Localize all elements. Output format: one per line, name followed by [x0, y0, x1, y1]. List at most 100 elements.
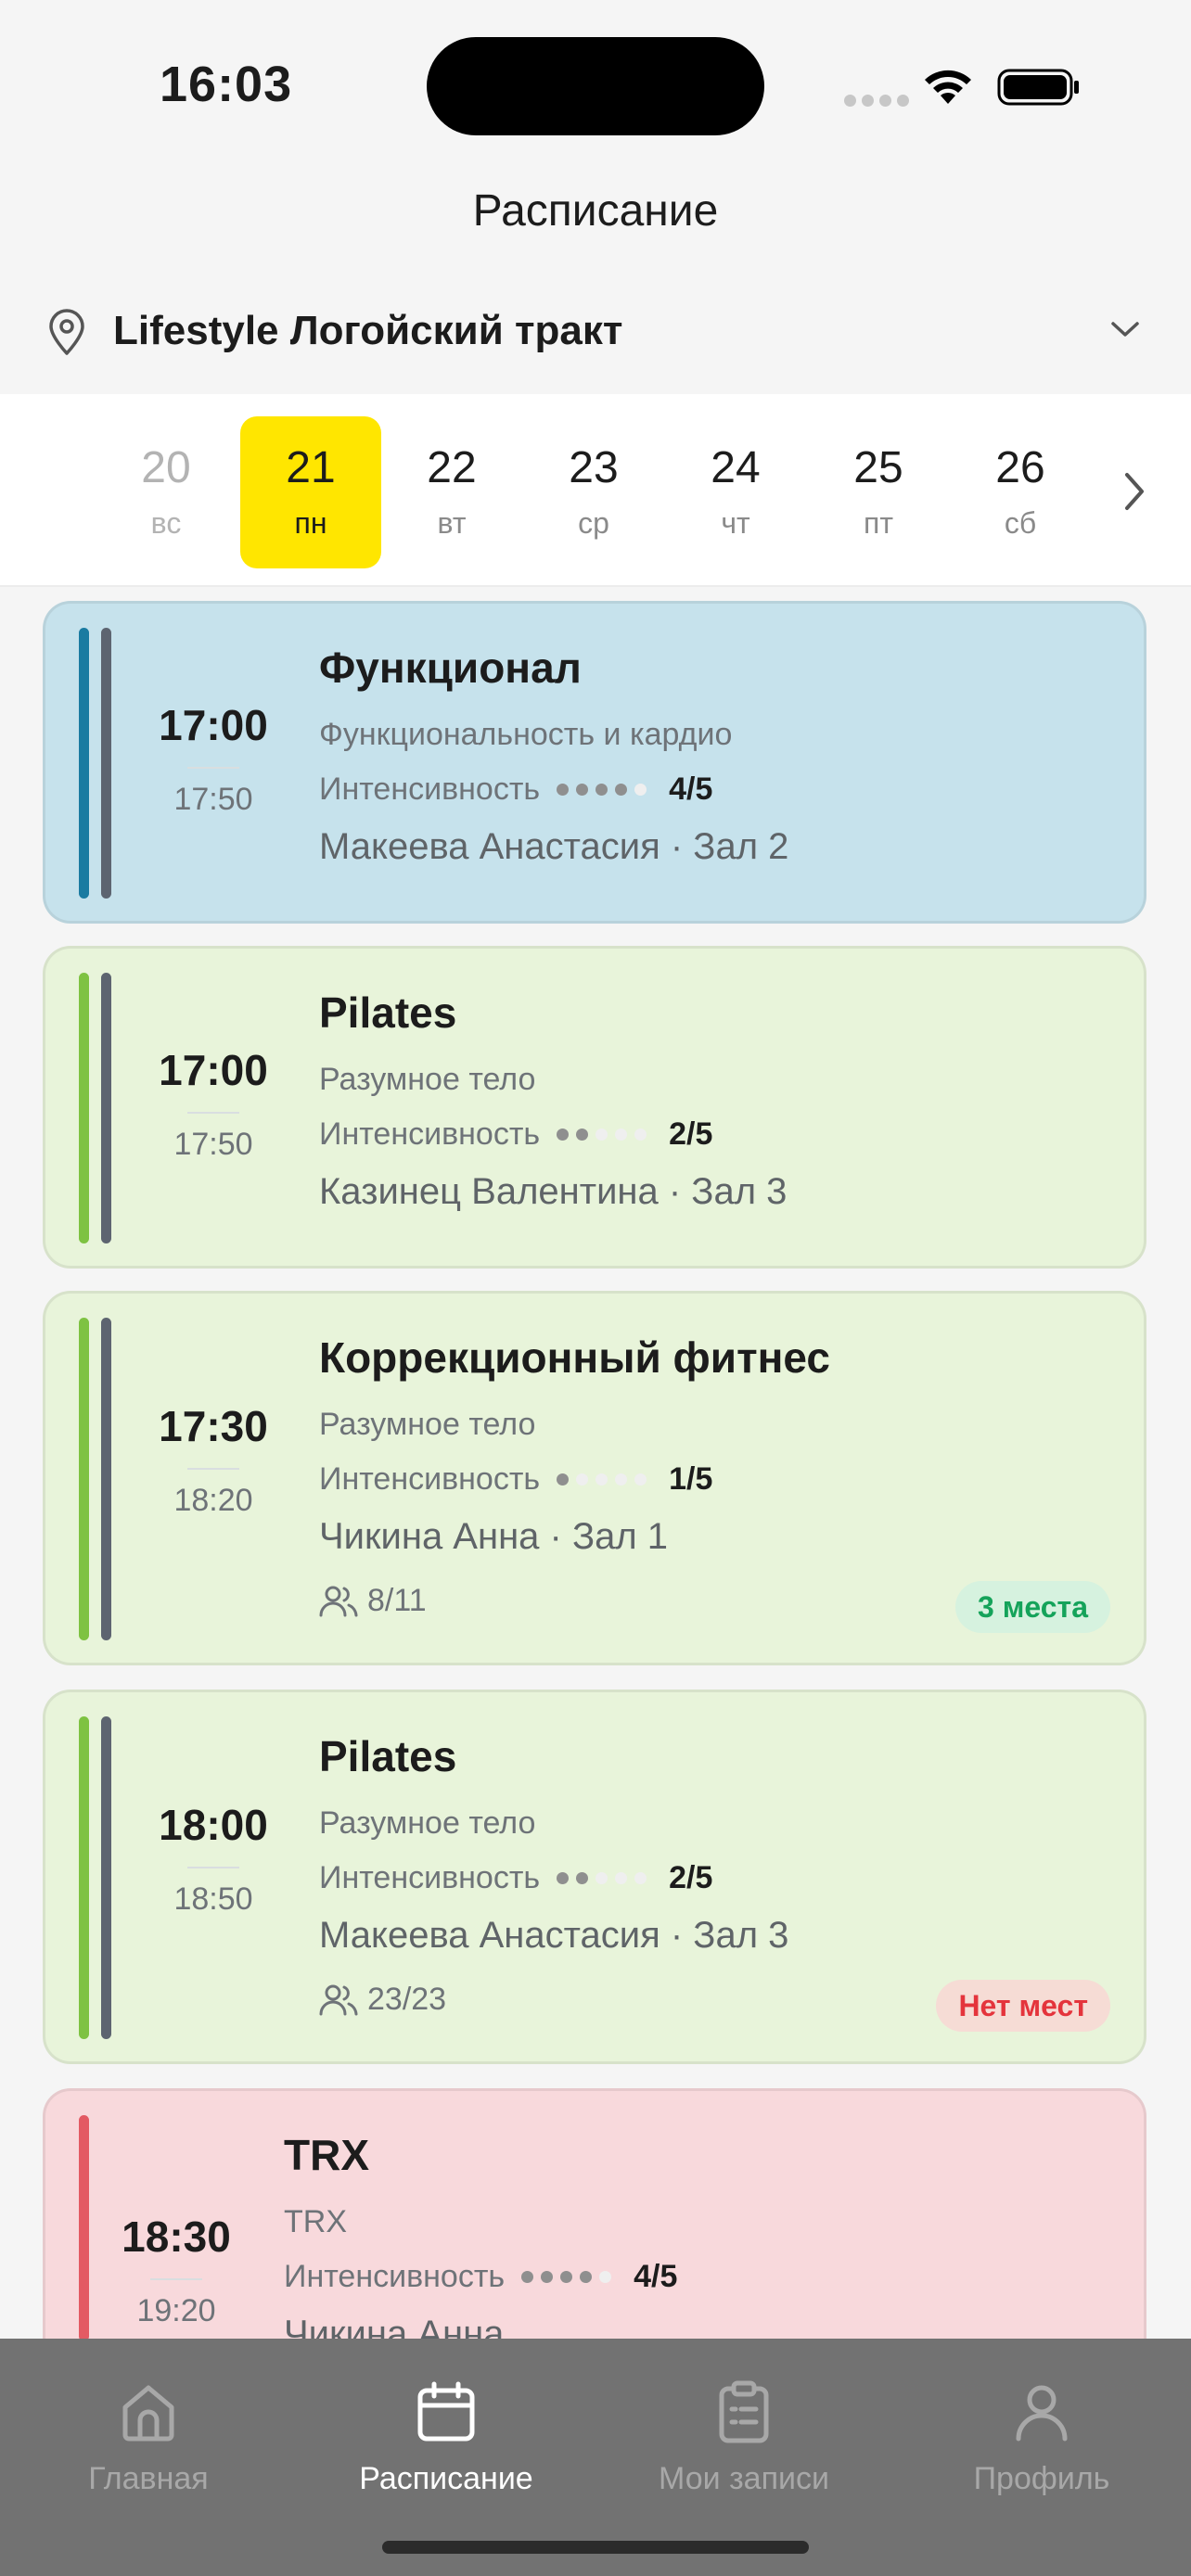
end-time: 17:50: [173, 782, 253, 817]
intensity-label: Интенсивность: [319, 1461, 541, 1497]
tab-label: Расписание: [359, 2461, 533, 2496]
day-number: 22: [427, 443, 477, 492]
day-of-week: сб: [1004, 506, 1037, 540]
level-bar: [101, 1716, 111, 2039]
day-of-week: пн: [294, 506, 327, 540]
battery-icon: [997, 69, 1079, 106]
intensity-dot: [596, 1872, 608, 1884]
intensity-row: Интенсивность 1/5: [319, 1461, 830, 1498]
wifi-icon: [925, 70, 971, 104]
end-time: 17:50: [173, 1127, 253, 1162]
trainer-hall: Макеева Анастасия · Зал 3: [319, 1915, 789, 1956]
page-title: Расписание: [472, 186, 719, 236]
intensity-dot: [576, 1872, 589, 1884]
intensity-dot: [576, 1473, 589, 1486]
class-info: Коррекционный фитнес Разумное тело Интенси…: [319, 1333, 830, 1558]
people-icon: [319, 1586, 358, 1616]
home-indicator: [382, 2541, 809, 2554]
capacity: 8/11: [319, 1583, 427, 1619]
chevron-down-icon[interactable]: [1109, 319, 1141, 339]
people-icon: [319, 1984, 358, 2015]
start-time: 17:00: [159, 1046, 268, 1094]
class-card[interactable]: 18:00 18:50 Pilates Разумное тело Интенсивно…: [43, 1690, 1146, 2064]
intensity-row: Интенсивность 4/5: [319, 772, 788, 808]
intensity-dot: [560, 2271, 573, 2283]
cellular-signal-icon: [844, 95, 915, 111]
day-23[interactable]: 23 ср: [523, 416, 664, 568]
intensity-dot: [615, 1129, 628, 1141]
class-title: TRX: [284, 2131, 369, 2179]
intensity-dot: [557, 784, 570, 796]
start-time: 17:00: [159, 701, 268, 749]
dynamic-island: [427, 37, 764, 135]
time-column: 17:00 17:50: [134, 700, 292, 818]
chevron-right-icon[interactable]: [1121, 468, 1148, 515]
intensity-dot: [596, 784, 608, 796]
day-of-week: ср: [578, 506, 609, 540]
trainer-hall: Чикина Анна · Зал 1: [319, 1516, 669, 1557]
class-card[interactable]: 17:30 18:20 Коррекционный фитнес Разумное т…: [43, 1291, 1146, 1665]
home-icon: [122, 2385, 174, 2442]
intensity-dot: [576, 1129, 589, 1141]
day-number: 26: [995, 443, 1045, 492]
time-divider: [150, 2278, 202, 2280]
class-subtitle: Разумное тело: [319, 1805, 536, 1841]
location-selector[interactable]: Lifestyle Логойский тракт: [0, 297, 1191, 371]
location-pin-icon: [49, 309, 84, 355]
time-divider: [187, 767, 239, 769]
day-21[interactable]: 21 пн: [240, 416, 381, 568]
class-card[interactable]: 17:00 17:50 Функционал Функциональность и к…: [43, 601, 1146, 924]
intensity-dot: [576, 784, 589, 796]
day-26[interactable]: 26 сб: [950, 416, 1091, 568]
start-time: 18:00: [159, 1801, 268, 1849]
day-of-week: вс: [150, 506, 182, 540]
time-column: 17:00 17:50: [134, 1045, 292, 1163]
day-number: 24: [711, 443, 761, 492]
end-time: 18:50: [173, 1881, 253, 1917]
tab-profile[interactable]: Профиль: [893, 2379, 1190, 2497]
intensity-dots: [557, 1473, 654, 1486]
intensity-dot: [580, 2271, 593, 2283]
intensity-dot: [599, 2271, 612, 2283]
capacity-count: 23/23: [367, 1982, 447, 2017]
day-25[interactable]: 25 пт: [808, 416, 949, 568]
class-card[interactable]: 18:30 19:20 TRX TRX Интенсивность 4/5 Чикина А…: [43, 2088, 1146, 2366]
tab-label: Профиль: [973, 2461, 1110, 2496]
intensity-dot: [596, 1473, 608, 1486]
day-24[interactable]: 24 чт: [665, 416, 806, 568]
time-divider: [187, 1867, 239, 1868]
intensity-row: Интенсивность 2/5: [319, 1116, 787, 1153]
day-22[interactable]: 22 вт: [381, 416, 522, 568]
class-info: Pilates Разумное тело Интенсивность 2/5 Кази…: [319, 988, 787, 1213]
availability-badge: Нет мест: [936, 1980, 1110, 2032]
level-bar: [101, 628, 111, 899]
start-time: 18:30: [122, 2213, 231, 2261]
time-column: 18:00 18:50: [134, 1800, 292, 1918]
intensity-row: Интенсивность 2/5: [319, 1860, 788, 1896]
location-name: Lifestyle Логойский тракт: [113, 308, 623, 353]
intensity-dot: [557, 1129, 570, 1141]
class-subtitle: Разумное тело: [319, 1407, 536, 1442]
intensity-dot: [521, 2271, 534, 2283]
category-bar: [79, 2115, 89, 2341]
intensity-row: Интенсивность 4/5: [284, 2259, 677, 2295]
intensity-dot: [615, 1872, 628, 1884]
category-bar: [79, 628, 89, 899]
capacity: 23/23: [319, 1982, 446, 2018]
tab-home[interactable]: Главная: [0, 2379, 297, 2497]
category-bar: [79, 1318, 89, 1640]
user-icon: [1016, 2385, 1068, 2442]
tab-my-bookings[interactable]: Мои записи: [596, 2379, 892, 2497]
intensity-dot: [557, 1473, 570, 1486]
category-bar: [79, 1716, 89, 2039]
trainer-hall: Казинец Валентина · Зал 3: [319, 1171, 788, 1212]
day-20[interactable]: 20 вс: [96, 416, 237, 568]
clipboard-icon: [719, 2380, 769, 2443]
time-column: 18:30 19:20: [97, 2212, 255, 2329]
tab-schedule[interactable]: Расписание: [298, 2379, 595, 2497]
category-bar: [79, 973, 89, 1243]
class-card[interactable]: 17:00 17:50 Pilates Разумное тело Интенсивно…: [43, 946, 1146, 1269]
time-column: 17:30 18:20: [134, 1401, 292, 1519]
capacity-count: 8/11: [367, 1583, 427, 1618]
intensity-dot: [615, 1473, 628, 1486]
